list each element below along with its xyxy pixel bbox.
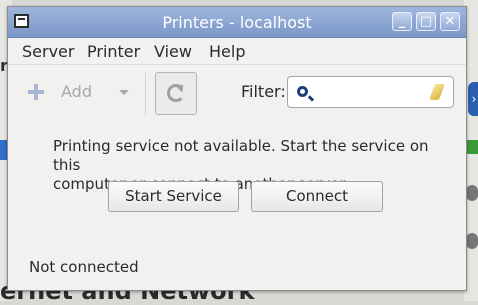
background-chevron-right-icon: › <box>468 82 478 116</box>
menu-view[interactable]: View <box>154 42 192 61</box>
search-icon[interactable] <box>297 86 308 97</box>
add-button-label[interactable]: Add <box>61 82 92 101</box>
menu-bar: Server Printer View Help <box>8 38 466 64</box>
filter-input[interactable] <box>287 76 454 108</box>
background-green-icon <box>466 140 478 154</box>
connect-button[interactable]: Connect <box>251 181 383 212</box>
refresh-button[interactable] <box>155 72 197 115</box>
filter-label: Filter: <box>241 82 286 101</box>
printers-window: Printers - localhost _ □ ✕ Server Printe… <box>7 6 467 291</box>
toolbar-separator <box>145 73 146 115</box>
message-line-1: Printing service not available. Start th… <box>53 137 429 174</box>
toolbar: Add Filter: <box>8 64 466 118</box>
menu-server[interactable]: Server <box>22 42 74 61</box>
close-button[interactable]: ✕ <box>440 12 460 31</box>
background-gear-icon <box>466 233 478 249</box>
start-service-button[interactable]: Start Service <box>108 181 239 212</box>
maximize-button[interactable]: □ <box>416 12 436 31</box>
add-icon[interactable] <box>28 84 44 100</box>
title-bar[interactable]: Printers - localhost _ □ ✕ <box>8 7 466 38</box>
status-text: Not connected <box>29 258 139 276</box>
printer-list-area: Printing service not available. Start th… <box>8 118 466 290</box>
add-dropdown-arrow-icon[interactable] <box>119 90 129 95</box>
menu-printer[interactable]: Printer <box>87 42 140 61</box>
refresh-icon <box>167 84 185 102</box>
menu-help[interactable]: Help <box>209 42 245 61</box>
minimize-button[interactable]: _ <box>392 12 412 31</box>
background-gear-icon <box>466 185 478 201</box>
